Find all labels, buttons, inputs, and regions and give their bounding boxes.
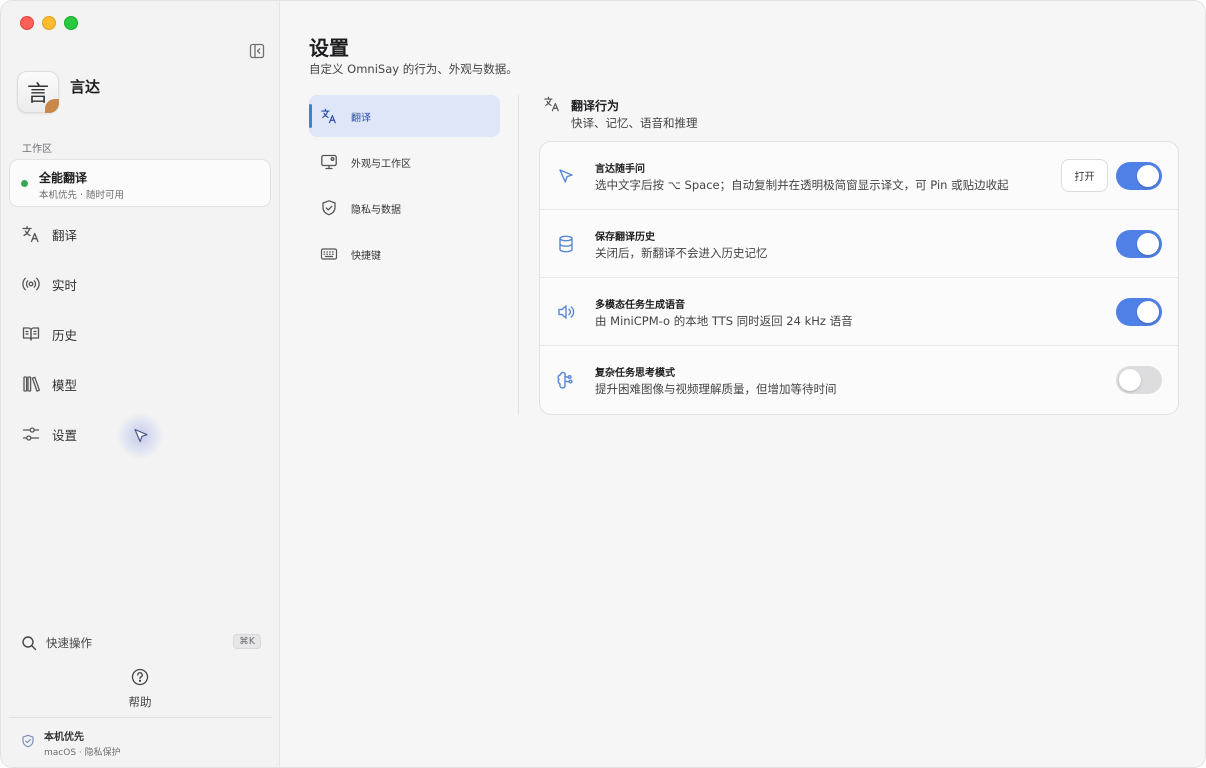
help-icon	[131, 668, 149, 686]
sidebar-item-realtime[interactable]: 实时	[21, 273, 77, 295]
cursor-icon	[559, 169, 573, 183]
shield-icon	[322, 200, 336, 216]
sidebar-item-label: 模型	[52, 377, 78, 393]
footer-subtitle: macOS · 隐私保护	[44, 748, 121, 758]
help-button[interactable]: 帮助	[120, 668, 160, 710]
settings-tab-label: 外观与工作区	[351, 158, 411, 170]
setting-title: 保存翻译历史	[595, 232, 655, 243]
sidebar-divider	[9, 717, 272, 718]
page-title: 设置	[309, 36, 349, 60]
content-divider	[518, 95, 519, 415]
quick-actions-shortcut: ⌘K	[233, 634, 261, 649]
close-window-button[interactable]	[20, 16, 34, 30]
sidebar-item-translate[interactable]: 翻译	[21, 223, 77, 245]
sidebar-item-history[interactable]: 历史	[21, 323, 77, 345]
setting-row-save-history: 保存翻译历史 关闭后，新翻译不会进入历史记忆	[540, 210, 1178, 278]
monitor-icon	[321, 154, 337, 170]
privacy-footer: 本机优先 macOS · 隐私保护	[21, 728, 121, 758]
workspace-subtitle: 本机优先 · 随时可用	[39, 190, 125, 201]
footer-title: 本机优先	[44, 732, 84, 743]
main-content: 设置 自定义 OmniSay 的行为、外观与数据。 翻译 外观与工作区 隐私与数…	[281, 1, 1205, 767]
speaker-icon	[558, 305, 575, 319]
settings-tab-privacy[interactable]: 隐私与数据	[309, 187, 500, 229]
search-icon	[22, 636, 37, 651]
broadcast-icon	[22, 277, 40, 291]
translate-icon	[321, 108, 336, 124]
section-title: 翻译行为	[571, 99, 620, 113]
book-icon	[22, 327, 40, 341]
settings-tab-shortcuts[interactable]: 快捷键	[309, 233, 500, 275]
cursor-arrow-icon	[134, 428, 148, 443]
settings-tab-label: 快捷键	[351, 250, 381, 262]
library-icon	[23, 376, 41, 392]
setting-row-thinking-mode: 复杂任务思考模式 提升困难图像与视频理解质量，但增加等待时间	[540, 346, 1178, 414]
translate-icon	[22, 225, 39, 243]
setting-row-multimodal-voice: 多模态任务生成语音 由 MiniCPM-o 的本地 TTS 同时返回 24 kH…	[540, 278, 1178, 346]
app-header: 言 言达	[17, 71, 100, 113]
app-logo: 言	[17, 71, 59, 113]
setting-row-quick-ask: 言达随手问 选中文字后按 ⌥ Space；自动复制并在透明极简窗显示译文，可 P…	[540, 142, 1178, 210]
sidebar-item-label: 翻译	[52, 227, 78, 243]
setting-title: 多模态任务生成语音	[595, 300, 685, 311]
brain-icon	[557, 371, 573, 389]
shield-check-icon	[22, 734, 34, 748]
setting-description: 提升困难图像与视频理解质量，但增加等待时间	[595, 382, 837, 396]
open-button[interactable]: 打开	[1061, 159, 1108, 192]
settings-tab-appearance[interactable]: 外观与工作区	[309, 141, 500, 183]
quick-actions-label: 快速操作	[46, 636, 92, 650]
settings-tab-label: 翻译	[351, 112, 371, 124]
sidebar-toggle-icon[interactable]	[249, 43, 265, 59]
zoom-window-button[interactable]	[64, 16, 78, 30]
quick-actions-button[interactable]: 快速操作 ⌘K	[21, 633, 261, 653]
workspace-section-label: 工作区	[22, 144, 52, 155]
window-controls	[20, 16, 78, 30]
setting-description: 关闭后，新翻译不会进入历史记忆	[595, 246, 768, 260]
setting-title: 言达随手问	[595, 164, 645, 175]
sidebar-item-models[interactable]: 模型	[21, 373, 77, 395]
database-icon	[559, 235, 573, 253]
workspace-title: 全能翻译	[39, 171, 88, 185]
app-name: 言达	[70, 78, 101, 96]
help-label: 帮助	[128, 695, 152, 709]
quick-ask-toggle[interactable]	[1116, 162, 1162, 190]
setting-description: 选中文字后按 ⌥ Space；自动复制并在透明极简窗显示译文，可 Pin 或贴边…	[595, 178, 1009, 192]
sidebar-item-label: 历史	[52, 327, 78, 343]
keyboard-icon	[320, 248, 338, 260]
setting-description: 由 MiniCPM-o 的本地 TTS 同时返回 24 kHz 语音	[595, 314, 853, 328]
workspace-card[interactable]: 全能翻译 本机优先 · 随时可用	[9, 159, 271, 207]
app-window: 言 言达 工作区 全能翻译 本机优先 · 随时可用 翻译 实时 历史 模型 设置…	[0, 0, 1206, 768]
minimize-window-button[interactable]	[42, 16, 56, 30]
voice-generation-toggle[interactable]	[1116, 298, 1162, 326]
sidebar-item-settings[interactable]: 设置	[21, 423, 77, 445]
translate-icon	[544, 96, 559, 112]
page-subtitle: 自定义 OmniSay 的行为、外观与数据。	[309, 62, 518, 76]
section-subtitle: 快译、记忆、语音和推理	[571, 116, 698, 130]
sidebar-item-label: 设置	[52, 427, 78, 443]
save-history-toggle[interactable]	[1116, 230, 1162, 258]
sidebar-item-label: 实时	[52, 277, 78, 293]
workspace-status-dot	[21, 180, 28, 187]
setting-title: 复杂任务思考模式	[595, 368, 675, 379]
settings-tab-label: 隐私与数据	[351, 204, 401, 216]
sliders-icon	[22, 427, 40, 441]
settings-tab-translate[interactable]: 翻译	[309, 95, 500, 137]
app-logo-accent	[45, 99, 59, 113]
mouse-cursor	[117, 413, 163, 459]
settings-card: 言达随手问 选中文字后按 ⌥ Space；自动复制并在透明极简窗显示译文，可 P…	[539, 141, 1179, 415]
sidebar: 言 言达 工作区 全能翻译 本机优先 · 随时可用 翻译 实时 历史 模型 设置…	[1, 1, 280, 767]
thinking-mode-toggle[interactable]	[1116, 366, 1162, 394]
